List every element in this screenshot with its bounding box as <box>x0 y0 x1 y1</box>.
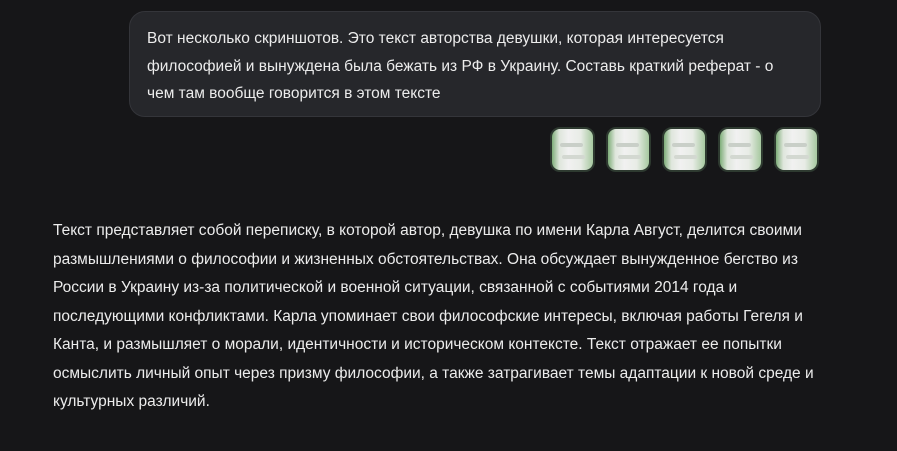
attachment-thumbnails <box>550 127 819 172</box>
assistant-message: Текст представляет собой переписку, в ко… <box>53 222 814 410</box>
attachment-thumbnail-2[interactable] <box>606 127 651 172</box>
attachment-thumbnail-4[interactable] <box>718 127 763 172</box>
attachment-thumbnail-3[interactable] <box>662 127 707 172</box>
chat-thread: Вот несколько скриншотов. Это текст авто… <box>0 0 897 451</box>
attachment-thumbnail-1[interactable] <box>550 127 595 172</box>
attachment-thumbnail-5[interactable] <box>774 127 819 172</box>
user-message-bubble: Вот несколько скриншотов. Это текст авто… <box>129 11 821 117</box>
